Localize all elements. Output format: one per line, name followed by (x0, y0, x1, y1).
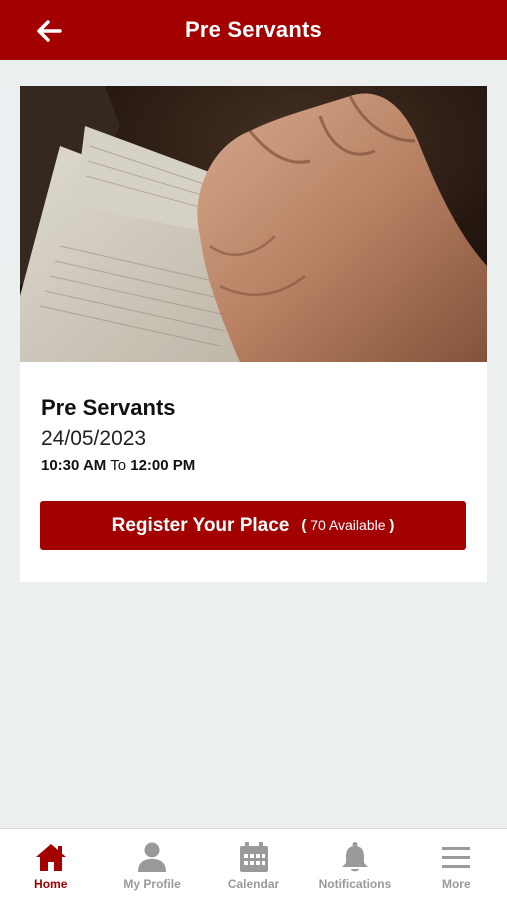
bottom-tab-bar: Home My Profile Calendar Notifications M… (0, 828, 507, 901)
arrow-left-icon (37, 20, 62, 42)
register-button-label: Register Your Place (111, 514, 290, 536)
register-button[interactable]: Register Your Place ( 70 Available ) (40, 501, 466, 550)
tab-notifications-label: Notifications (318, 877, 392, 891)
back-button[interactable] (34, 16, 64, 46)
menu-icon (442, 847, 471, 868)
event-time: 10:30 AM To 12:00 PM (41, 457, 195, 474)
tab-my-profile[interactable]: My Profile (101, 829, 202, 901)
event-card: Pre Servants 24/05/2023 10:30 AM To 12:0… (20, 86, 487, 582)
event-end-time: 12:00 PM (130, 457, 196, 474)
event-title: Pre Servants (41, 395, 176, 420)
tab-calendar[interactable]: Calendar (203, 829, 304, 901)
tab-more[interactable]: More (406, 829, 507, 901)
available-seats: 70 Available (310, 517, 386, 533)
profile-icon (138, 842, 167, 872)
calendar-icon (239, 842, 268, 872)
app-header: Pre Servants (0, 0, 507, 60)
page-title: Pre Servants (185, 17, 322, 42)
event-date: 24/05/2023 (41, 427, 147, 450)
tab-home[interactable]: Home (0, 829, 101, 901)
tab-notifications[interactable]: Notifications (304, 829, 405, 901)
tab-calendar-label: Calendar (227, 877, 280, 891)
close-paren: ) (389, 517, 395, 534)
event-hero-image (20, 86, 487, 362)
event-start-time: 10:30 AM (41, 457, 107, 474)
open-paren: ( (301, 517, 307, 534)
tab-my-profile-label: My Profile (123, 877, 181, 891)
tab-more-label: More (441, 877, 471, 891)
home-icon (35, 844, 66, 871)
tab-home-label: Home (34, 877, 68, 891)
availability-count: ( 70 Available ) (301, 517, 394, 534)
bell-icon (341, 842, 368, 872)
event-time-separator: To (110, 457, 127, 474)
